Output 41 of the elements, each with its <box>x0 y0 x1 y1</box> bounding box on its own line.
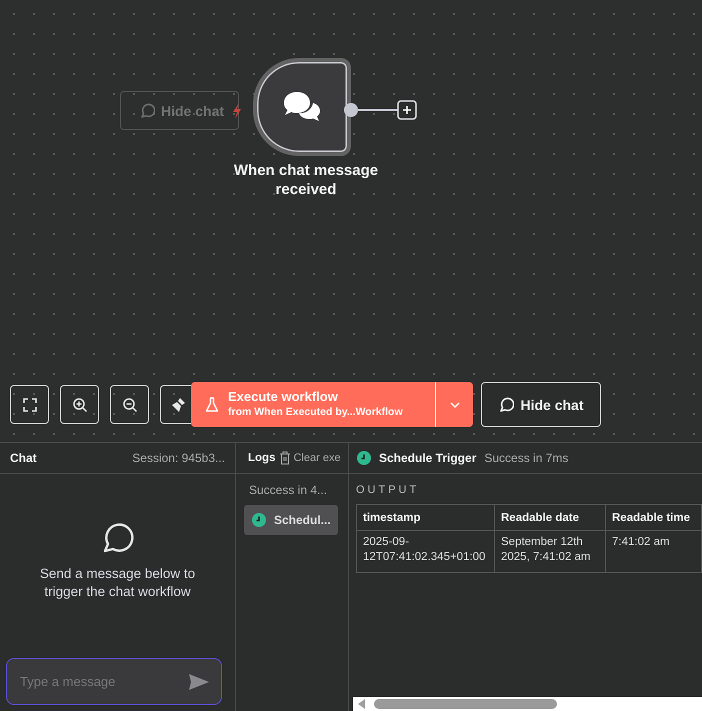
flask-icon <box>205 396 219 412</box>
run-status: Success in 7ms <box>484 451 568 465</box>
table-cell: 2025-09-12T07:41:02.345+01:00 <box>356 530 494 572</box>
session-id: Session: 945b3... <box>132 451 225 465</box>
zoom-in-icon <box>72 396 88 412</box>
chat-bubble-icon <box>139 102 155 118</box>
clock-icon <box>357 451 371 465</box>
button-sublabel: from When Executed by...Workflow <box>228 405 403 420</box>
panel-title: Logs <box>248 452 276 464</box>
clear-execution-button[interactable]: Clear exe <box>279 451 341 465</box>
scrollbar-thumb[interactable] <box>374 699 557 709</box>
send-icon <box>188 673 210 691</box>
trash-icon <box>279 451 292 465</box>
zoom-in-button[interactable] <box>60 385 99 424</box>
clock-icon <box>252 513 266 527</box>
table-cell: 7:41:02 am <box>606 530 702 572</box>
message-input[interactable]: Type a message <box>6 658 222 705</box>
chevron-down-icon <box>448 400 460 408</box>
chat-bubbles-icon <box>282 90 322 124</box>
zoom-out-button[interactable] <box>110 385 149 424</box>
lightning-icon <box>232 102 242 118</box>
zoom-out-icon <box>122 396 138 412</box>
node-name: Schedule Trigger <box>379 451 476 465</box>
node-label: When chat message received <box>232 161 380 199</box>
hide-chat-button[interactable]: Hide chat <box>481 382 601 427</box>
fit-view-button[interactable] <box>10 385 49 424</box>
log-entry[interactable]: Schedul... <box>244 505 338 535</box>
chat-trigger-node[interactable] <box>253 58 351 156</box>
empty-state-message: Send a message below to trigger the chat workflow <box>38 565 196 601</box>
section-label: OUTPUT <box>356 484 420 496</box>
chat-bubble-icon <box>498 396 514 412</box>
panel-title: Chat <box>10 451 37 465</box>
column-header: timestamp <box>356 504 494 530</box>
table-cell: September 12th 2025, 7:41:02 am <box>494 530 606 572</box>
button-label: Execute workflow <box>228 389 338 405</box>
execution-summary: Success in 4... <box>248 482 328 499</box>
column-header: Readable date <box>494 504 606 530</box>
scroll-left-icon <box>358 699 366 709</box>
column-header: Readable time <box>606 504 702 530</box>
horizontal-scrollbar[interactable] <box>353 697 702 711</box>
fit-view-icon <box>22 396 38 412</box>
